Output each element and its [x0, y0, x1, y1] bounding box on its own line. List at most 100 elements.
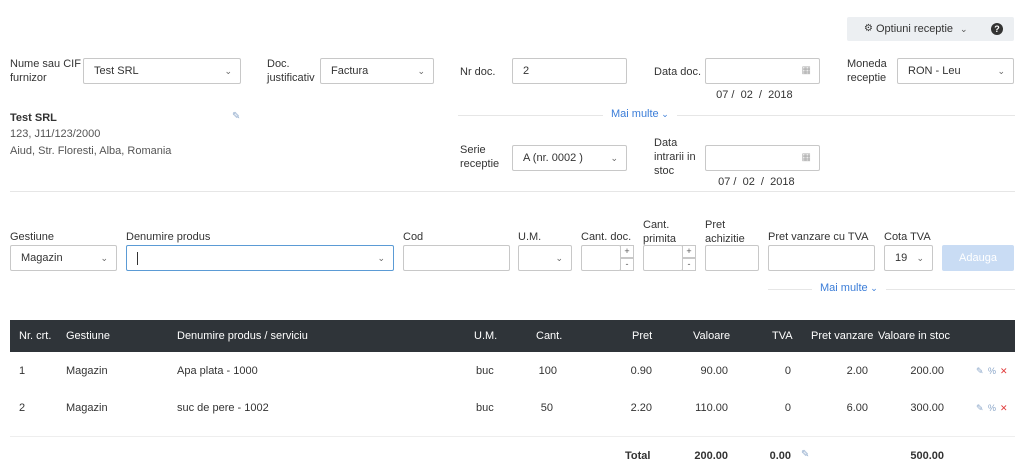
percent-icon[interactable]: % [988, 366, 996, 376]
edit-pencil-icon[interactable]: ✎ [976, 366, 984, 377]
doc-type-select[interactable]: Factura ⌄ [320, 58, 434, 84]
cell-pret: 2.20 [630, 402, 652, 414]
calendar-icon[interactable]: ▦ [802, 59, 811, 83]
cell-um: buc [476, 365, 494, 377]
percent-icon[interactable]: % [988, 403, 996, 413]
total-valoare: 200.00 [694, 450, 728, 462]
company-reg: 123, J11/123/2000 [10, 128, 101, 140]
cell-cant: 50 [540, 402, 553, 414]
th-gestiune: Gestiune [66, 330, 111, 342]
cant-primita-label: Cant. primita [643, 219, 677, 245]
table-header: Nr. crt. Gestiune Denumire produs / serv… [10, 320, 1015, 352]
edit-pencil-icon[interactable]: ✎ [801, 449, 809, 460]
cod-input[interactable] [403, 245, 510, 271]
add-button[interactable]: Adauga [942, 245, 1014, 271]
total-valoare-stoc: 500.00 [910, 450, 944, 462]
cell-gestiune: Magazin [66, 402, 108, 414]
th-pret: Pret [632, 330, 653, 342]
supplier-select[interactable]: Test SRL ⌄ [83, 58, 241, 84]
um-select[interactable]: ⌄ [518, 245, 572, 271]
edit-pencil-icon[interactable]: ✎ [232, 111, 240, 122]
total-tva: 0.00 [769, 450, 791, 462]
cell-denumire: suc de pere - 1002 [177, 402, 269, 414]
doc-nr-input[interactable]: 2 [512, 58, 627, 84]
cant-doc-input[interactable] [581, 245, 621, 271]
th-um: U.M. [474, 330, 498, 342]
currency-select[interactable]: RON - Leu ⌄ [897, 58, 1014, 84]
text-cursor [137, 251, 138, 265]
cant-primita-input[interactable] [643, 245, 683, 271]
th-valoare-stoc: Valoare in stoc [878, 330, 950, 342]
entry-date-input[interactable]: 07 / 02 / 2018 ▦ [705, 145, 820, 188]
th-tva: TVA [772, 330, 793, 342]
series-label: Serie receptie [460, 144, 500, 170]
cant-primita-decrement[interactable]: - [682, 258, 696, 271]
delete-icon[interactable]: ✕ [1000, 366, 1008, 377]
cell-nr: 2 [19, 402, 26, 414]
total-label: Total [625, 450, 651, 462]
chevron-down-icon: ⌄ [100, 253, 108, 263]
cant-doc-increment[interactable]: + [620, 245, 634, 258]
chevron-down-icon: ⌄ [916, 253, 924, 263]
th-nr: Nr. crt. [19, 330, 52, 342]
chevron-down-icon: ⌄ [867, 283, 878, 293]
gestiune-label: Gestiune [10, 231, 55, 243]
pret-achizitie-label: Pret achizitie [705, 219, 745, 245]
cota-tva-select[interactable]: 19 ⌄ [884, 245, 933, 271]
gear-icon: ⚙ [864, 23, 873, 34]
chevron-down-icon: ⌄ [658, 109, 669, 119]
cant-primita-increment[interactable]: + [682, 245, 696, 258]
cota-tva-label: Cota TVA [884, 231, 931, 243]
entry-date-label: Data intrarii in stoc [654, 137, 696, 177]
options-label: Optiuni receptie [876, 23, 954, 35]
delete-icon[interactable]: ✕ [1000, 403, 1008, 414]
series-select[interactable]: A (nr. 0002 ) ⌄ [512, 145, 627, 171]
doc-date-input[interactable]: 07 / 02 / 2018 ▦ [705, 58, 820, 101]
th-valoare: Valoare [693, 330, 731, 342]
help-icon[interactable]: ? [991, 23, 1003, 35]
gestiune-select[interactable]: Magazin ⌄ [10, 245, 117, 271]
cell-um: buc [476, 402, 494, 414]
calendar-icon[interactable]: ▦ [802, 146, 811, 170]
cell-valoare: 90.00 [700, 365, 728, 377]
th-cant: Cant. [536, 330, 563, 342]
cell-pret-vanzare: 2.00 [846, 365, 868, 377]
table-row[interactable]: 1 Magazin Apa plata - 1000 buc 100 0.90 … [10, 352, 1015, 390]
pret-achizitie-input[interactable] [705, 245, 759, 271]
cell-valoare-stoc: 300.00 [910, 402, 944, 414]
cell-tva: 0 [784, 402, 791, 414]
chevron-down-icon: ⌄ [997, 66, 1005, 76]
chevron-down-icon: ⌄ [960, 24, 968, 34]
th-pret-vanzare: Pret vanzare [811, 330, 874, 342]
chevron-down-icon: ⌄ [377, 253, 385, 263]
doc-nr-label: Nr doc. [460, 66, 496, 78]
chevron-down-icon: ⌄ [224, 66, 232, 76]
product-label: Denumire produs [126, 231, 211, 243]
cell-denumire: Apa plata - 1000 [177, 365, 258, 377]
cell-pret: 0.90 [630, 365, 652, 377]
more-link-top[interactable]: Mai multe ⌄ [603, 108, 677, 120]
pret-vanzare-input[interactable] [768, 245, 875, 271]
table-row[interactable]: 2 Magazin suc de pere - 1002 buc 50 2.20… [10, 390, 1015, 428]
cell-valoare: 110.00 [695, 402, 728, 414]
cant-doc-label: Cant. doc. [581, 231, 632, 243]
chevron-down-icon: ⌄ [417, 66, 425, 76]
chevron-down-icon: ⌄ [610, 153, 618, 163]
cell-valoare-stoc: 200.00 [910, 365, 944, 377]
edit-pencil-icon[interactable]: ✎ [976, 403, 984, 414]
cant-doc-decrement[interactable]: - [620, 258, 634, 271]
cell-cant: 100 [538, 365, 557, 377]
options-button[interactable]: ⚙ Optiuni receptie ⌄ ? [847, 17, 1014, 41]
cod-label: Cod [403, 231, 424, 243]
th-denumire: Denumire produs / serviciu [177, 330, 308, 342]
company-name: Test SRL [10, 112, 57, 124]
cell-tva: 0 [784, 365, 791, 377]
doc-type-label: Doc. justificativ [267, 58, 315, 84]
cell-gestiune: Magazin [66, 365, 108, 377]
doc-date-label: Data doc. [654, 66, 702, 78]
cell-nr: 1 [19, 365, 26, 377]
product-input[interactable]: ⌄ [126, 245, 394, 271]
more-link-form[interactable]: Mai multe ⌄ [812, 282, 886, 294]
pret-vanzare-label: Pret vanzare cu TVA [768, 231, 869, 243]
currency-label: Moneda receptie [847, 58, 887, 84]
